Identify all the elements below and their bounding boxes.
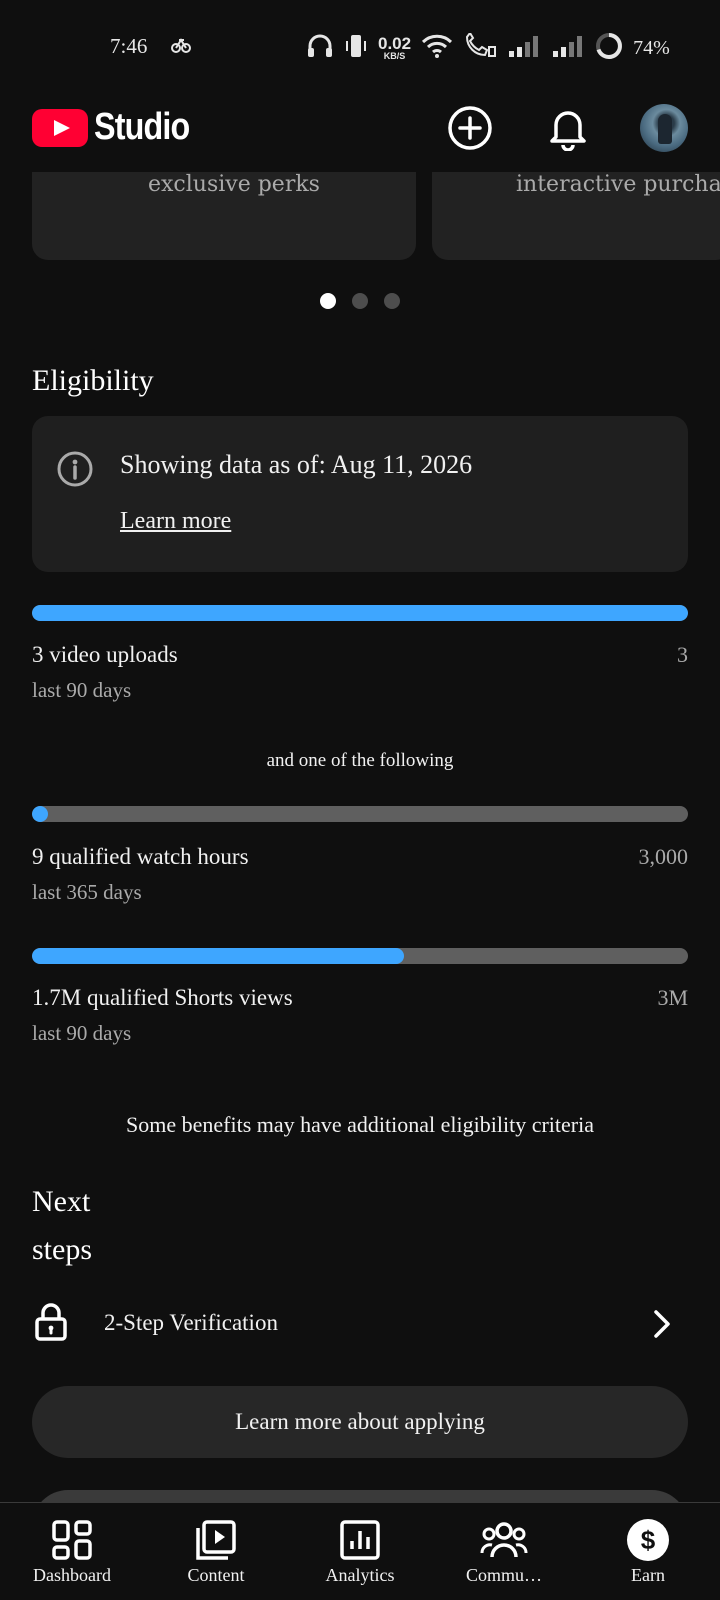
nav-label: Commu… (465, 1565, 542, 1585)
benefit-card-text: exclusive perks (148, 172, 320, 197)
youtube-logo-icon (32, 108, 88, 147)
progress-bar-watch-hours (32, 806, 688, 822)
notifications-button[interactable] (542, 102, 594, 154)
app-name: Studio (94, 106, 190, 148)
add-circle-icon (448, 106, 492, 150)
metric-target: 3M (657, 985, 688, 1010)
signal-icon-2 (551, 34, 585, 62)
benefit-card-text: interactive purchases (516, 172, 720, 197)
next-steps-title-line: Next (32, 1185, 91, 1218)
progress-bar-shorts-views (32, 948, 688, 964)
wifi-calling-icon (463, 31, 497, 63)
progress-fill (32, 806, 48, 822)
progress-fill (32, 948, 404, 964)
nav-label: Earn (631, 1565, 665, 1585)
eligibility-note: Some benefits may have additional eligib… (126, 1112, 594, 1137)
step-2sv-row[interactable]: 2-Step Verification (0, 1290, 720, 1360)
next-steps-title: Next steps (32, 1178, 92, 1274)
wifi-icon (421, 34, 453, 62)
chevron-right-icon (650, 1306, 674, 1346)
learn-more-applying-button[interactable]: Learn more about applying (32, 1386, 688, 1458)
battery-percent: 74% (633, 36, 670, 59)
network-speed-unit: KB/S (383, 51, 406, 61)
metric-label: 3 video uploads (32, 642, 178, 667)
learn-more-link[interactable]: Learn more (120, 508, 231, 535)
carousel-dot-active[interactable] (320, 293, 336, 309)
youtube-studio-logo[interactable]: Studio (32, 106, 206, 149)
bottom-navigation: Dashboard Content Analytics Commu… $ Ear… (0, 1502, 720, 1600)
nav-label: Analytics (325, 1565, 395, 1585)
content-icon (194, 1517, 238, 1563)
status-bar: 7:46 0.02 KB/S 74% (0, 0, 720, 96)
carousel-dot[interactable] (384, 293, 400, 309)
benefit-card[interactable]: interactive purchases (432, 172, 720, 260)
community-icon (480, 1517, 528, 1563)
bell-icon (550, 111, 586, 151)
dashboard-icon (51, 1517, 93, 1563)
step-label: 2-Step Verification (104, 1310, 278, 1335)
lock-icon (34, 1302, 68, 1346)
data-date-text: Showing data as of: Aug 11, 2026 (120, 450, 473, 479)
metric-label: 9 qualified watch hours (32, 844, 249, 869)
nav-earn[interactable]: $ Earn (576, 1503, 720, 1600)
vibrate-icon (344, 33, 368, 63)
metric-target: 3,000 (638, 844, 689, 869)
nav-dashboard[interactable]: Dashboard (0, 1503, 144, 1600)
network-speed-value: 0.02 (378, 34, 412, 53)
metric-period: last 90 days (32, 1021, 132, 1045)
nav-analytics[interactable]: Analytics (288, 1503, 432, 1600)
avatar[interactable] (640, 104, 688, 152)
carousel-pagination (320, 293, 400, 309)
svg-text:$: $ (641, 1525, 656, 1555)
create-button[interactable] (444, 102, 496, 154)
metric-period: last 90 days (32, 678, 132, 702)
data-date-info: Showing data as of: Aug 11, 2026 Learn m… (32, 416, 688, 572)
battery-icon (595, 32, 623, 64)
nav-label: Content (187, 1565, 245, 1585)
metric-target: 3 (677, 642, 688, 667)
avatar-figure (658, 114, 672, 144)
next-steps-title-line: steps (32, 1233, 92, 1266)
nav-label: Dashboard (33, 1565, 111, 1585)
eligibility-title: Eligibility (32, 364, 154, 397)
progress-bar-uploads (32, 605, 688, 621)
benefit-card[interactable]: exclusive perks (32, 172, 416, 260)
notification-icon (170, 36, 192, 58)
metric-label: 1.7M qualified Shorts views (32, 985, 293, 1010)
carousel-dot[interactable] (352, 293, 368, 309)
status-time: 7:46 (110, 34, 148, 58)
dollar-icon: $ (626, 1517, 670, 1563)
nav-community[interactable]: Commu… (432, 1503, 576, 1600)
app-header: Studio (0, 96, 720, 176)
network-speed: 0.02 KB/S (378, 35, 411, 61)
nav-content[interactable]: Content (144, 1503, 288, 1600)
info-icon (56, 450, 94, 492)
headphones-icon (306, 33, 334, 63)
analytics-icon (339, 1517, 381, 1563)
metric-period: last 365 days (32, 880, 142, 904)
separator-text: and one of the following (266, 750, 454, 771)
signal-icon (507, 34, 541, 62)
progress-fill (32, 605, 688, 621)
